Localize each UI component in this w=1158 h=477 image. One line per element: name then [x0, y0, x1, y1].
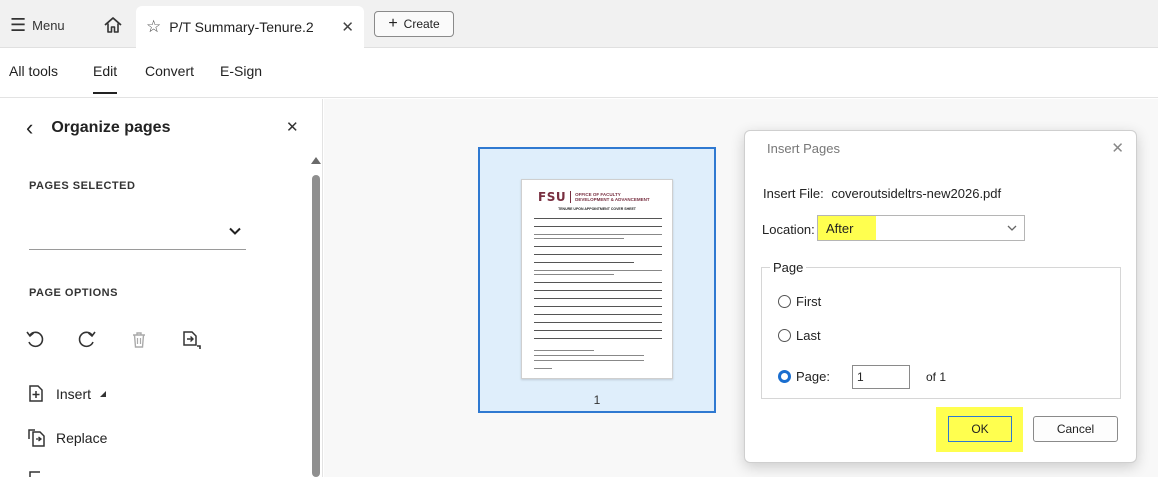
page-thumbnail-selected[interactable]: FSU OFFICE OF FACULTY DEVELOPMENT & ADVA… — [478, 147, 716, 413]
chevron-down-icon — [229, 227, 241, 235]
page-options-toolbar — [24, 329, 202, 351]
form-line — [534, 298, 662, 299]
home-button[interactable] — [100, 12, 126, 38]
form-line — [534, 350, 594, 351]
panel-scrollbar[interactable] — [311, 157, 321, 477]
form-line — [534, 338, 662, 339]
logo-line-2: DEVELOPMENT & ADVANCEMENT — [575, 197, 650, 202]
replace-button[interactable]: Replace — [26, 427, 107, 449]
home-icon — [104, 17, 122, 33]
replace-page-icon — [28, 429, 45, 447]
form-line — [534, 262, 634, 263]
menu-button[interactable]: ☰ Menu — [10, 12, 65, 38]
redo-icon[interactable] — [76, 329, 98, 351]
insert-page-icon — [29, 385, 43, 402]
form-line — [534, 314, 662, 315]
tab-bar: ☰ Menu ☆ P/T Summary-Tenure.2 ✕ + Create — [0, 0, 1158, 48]
page-options-label: PAGE OPTIONS — [29, 287, 118, 299]
insert-pages-dialog: Insert Pages ✕ Insert File: coveroutside… — [744, 130, 1137, 463]
tab-edit[interactable]: Edit — [93, 63, 118, 94]
ok-button[interactable]: OK — [948, 416, 1012, 442]
radio-page-label: Page: — [796, 369, 830, 384]
tab-all-tools[interactable]: All tools — [9, 63, 58, 79]
radio-first-label: First — [796, 294, 822, 309]
corner-dropdown-icon — [100, 391, 107, 397]
document-tab-title: P/T Summary-Tenure.2 — [169, 19, 314, 35]
radio-last-label: Last — [796, 328, 821, 343]
scroll-up-arrow-icon[interactable] — [311, 157, 321, 164]
page-icon — [29, 471, 40, 477]
chevron-down-icon — [1007, 225, 1017, 231]
fsu-logo: FSU OFFICE OF FACULTY DEVELOPMENT & ADVA… — [538, 190, 650, 204]
extract-icon[interactable] — [180, 329, 202, 351]
panel-close-icon[interactable]: ✕ — [286, 118, 299, 136]
form-line — [534, 290, 662, 291]
page-group-label: Page — [770, 260, 807, 275]
form-line — [534, 234, 662, 235]
form-line — [534, 254, 662, 255]
location-select[interactable]: After — [817, 215, 1025, 241]
pages-selected-dropdown[interactable] — [29, 216, 246, 250]
form-line — [534, 330, 662, 331]
document-tab[interactable]: ☆ P/T Summary-Tenure.2 ✕ — [136, 6, 364, 48]
insert-label: Insert — [56, 386, 92, 402]
undo-icon[interactable] — [24, 329, 46, 351]
radio-first[interactable]: First — [778, 294, 821, 309]
back-arrow-icon[interactable]: ‹ — [26, 117, 33, 139]
page-thumbnail: FSU OFFICE OF FACULTY DEVELOPMENT & ADVA… — [521, 179, 673, 379]
page-number-input[interactable]: 1 — [852, 365, 910, 389]
dialog-title: Insert Pages — [767, 141, 840, 156]
form-line — [534, 306, 662, 307]
form-line — [534, 218, 662, 219]
menu-label: Menu — [32, 17, 65, 33]
insert-button[interactable]: Insert — [26, 383, 107, 405]
form-line — [534, 360, 644, 361]
more-action-partial[interactable] — [26, 469, 48, 477]
page-group: Page First Last Page: 1 of 1 — [761, 260, 1121, 399]
scrollbar-thumb[interactable] — [312, 175, 320, 477]
logo-mark: FSU — [538, 190, 567, 204]
insert-file-row: Insert File: coveroutsideltrs-new2026.pd… — [763, 186, 1001, 201]
form-line — [534, 238, 624, 239]
pages-selected-label: PAGES SELECTED — [29, 180, 136, 192]
location-label: Location: — [762, 222, 815, 237]
page-number-label: 1 — [593, 393, 601, 407]
dialog-close-icon[interactable]: ✕ — [1111, 139, 1124, 157]
create-label: Create — [403, 17, 440, 31]
hamburger-icon: ☰ — [10, 15, 27, 35]
location-value: After — [826, 221, 854, 236]
organize-pages-panel: ‹ Organize pages ✕ PAGES SELECTED PAGE O… — [0, 99, 323, 477]
thumbnail-subtitle: TENURE UPON APPOINTMENT COVER SHEET — [558, 207, 636, 211]
form-line — [534, 368, 552, 369]
form-line — [534, 274, 614, 275]
radio-first-circle[interactable] — [778, 295, 791, 308]
form-line — [534, 226, 662, 227]
create-button[interactable]: + Create — [374, 11, 454, 37]
form-line — [534, 270, 662, 271]
form-line — [534, 322, 662, 323]
logo-divider — [570, 191, 572, 203]
tab-convert[interactable]: Convert — [145, 63, 194, 79]
radio-last[interactable]: Last — [778, 328, 821, 343]
insert-file-name: coveroutsideltrs-new2026.pdf — [831, 186, 1002, 201]
radio-page[interactable]: Page: — [778, 369, 830, 384]
form-line — [534, 246, 662, 247]
panel-header: ‹ Organize pages — [26, 117, 170, 139]
form-line — [534, 282, 662, 283]
delete-icon[interactable] — [128, 329, 150, 351]
replace-label: Replace — [56, 430, 108, 446]
panel-title: Organize pages — [51, 119, 171, 136]
page-count-label: of 1 — [926, 370, 947, 384]
tab-e-sign[interactable]: E-Sign — [220, 63, 262, 79]
toolbar: All tools Edit Convert E-Sign — [0, 48, 1158, 98]
close-tab-icon[interactable]: ✕ — [341, 18, 354, 36]
star-icon[interactable]: ☆ — [146, 17, 161, 37]
radio-page-circle-selected[interactable] — [778, 370, 791, 383]
plus-icon: + — [388, 15, 398, 32]
cancel-button[interactable]: Cancel — [1033, 416, 1118, 442]
insert-file-label: Insert File: — [763, 186, 824, 201]
logo-text: OFFICE OF FACULTY DEVELOPMENT & ADVANCEM… — [575, 192, 650, 202]
form-line — [534, 355, 644, 356]
radio-last-circle[interactable] — [778, 329, 791, 342]
